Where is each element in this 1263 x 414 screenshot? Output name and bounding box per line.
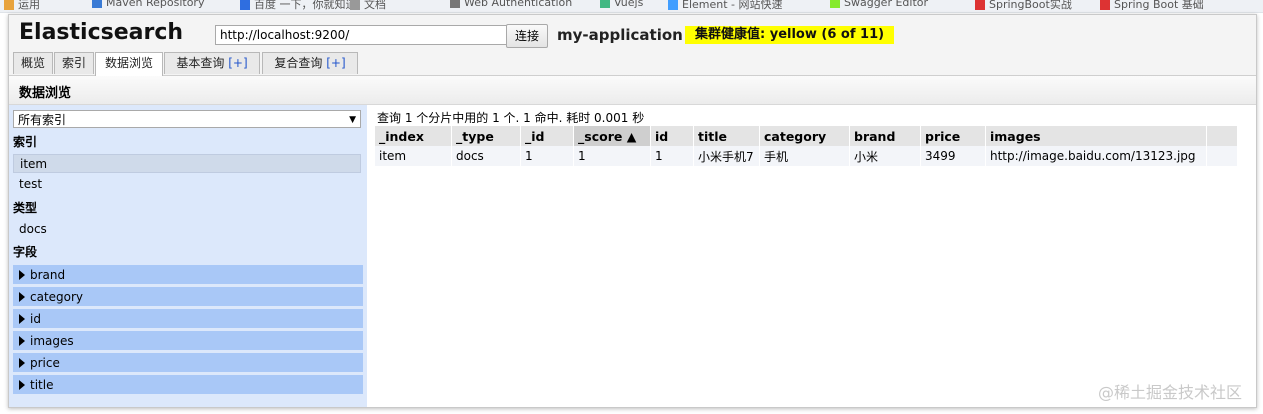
bookmark-item[interactable]: 百度 一下，你就知道 — [240, 0, 357, 11]
column-header-empty — [1206, 126, 1238, 146]
bookmark-icon — [975, 0, 985, 10]
table-cell: 1 — [650, 146, 694, 166]
field-images[interactable]: images — [13, 331, 363, 351]
expand-arrow-icon — [19, 358, 25, 368]
tab-compound-query[interactable]: 复合查询 [+] — [262, 52, 358, 74]
table-cell: 3499 — [920, 146, 986, 166]
column-header[interactable]: _type — [451, 126, 521, 146]
bookmark-item[interactable]: Maven Repository — [92, 0, 204, 10]
table-cell: 1 — [520, 146, 574, 166]
expand-arrow-icon — [19, 314, 25, 324]
cluster-health-badge: 集群健康值: yellow (6 of 11) — [685, 26, 895, 44]
section-title: 数据浏览 — [19, 86, 72, 101]
index-item-item[interactable]: item — [13, 154, 361, 173]
field-brand[interactable]: brand — [13, 265, 363, 285]
table-cell: 1 — [573, 146, 651, 166]
types-heading: 类型 — [13, 201, 38, 215]
bookmark-item[interactable]: Web Authentication — [450, 0, 572, 10]
indices-heading: 索引 — [13, 135, 38, 149]
results-header-row: _index _type _id _score ▲ id title categ… — [375, 126, 1238, 146]
bookmark-icon — [92, 0, 102, 8]
bookmark-item[interactable]: 运用 — [4, 0, 40, 11]
folder-icon — [4, 0, 14, 10]
server-url-input[interactable]: http://localhost:9200/ — [215, 25, 507, 45]
bookmark-item[interactable]: Vuejs — [600, 0, 643, 10]
index-select[interactable]: 所有索引 ▼ — [13, 110, 361, 128]
column-header-sorted[interactable]: _score ▲ — [573, 126, 651, 146]
field-title[interactable]: title — [13, 375, 363, 395]
column-header[interactable]: brand — [849, 126, 921, 146]
column-header[interactable]: category — [759, 126, 850, 146]
table-cell: 小米手机7 — [693, 146, 760, 166]
sort-ascending-icon: ▲ — [626, 128, 637, 144]
query-summary: 查询 1 个分片中用的 1 个. 1 命中. 耗时 0.001 秒 — [377, 111, 645, 125]
expand-arrow-icon — [19, 380, 25, 390]
table-cell-empty — [1206, 146, 1238, 166]
tab-basic-query[interactable]: 基本查询 [+] — [164, 52, 260, 74]
fields-heading: 字段 — [13, 245, 38, 259]
field-category[interactable]: category — [13, 287, 363, 307]
table-cell: item — [375, 146, 452, 166]
cluster-name: my-application — [557, 26, 683, 44]
table-cell: docs — [451, 146, 521, 166]
column-header[interactable]: _id — [520, 126, 574, 146]
table-row[interactable]: item docs 1 1 1 小米手机7 手机 小米 3499 http://… — [375, 146, 1238, 166]
bookmark-icon — [830, 0, 840, 8]
tab-indices[interactable]: 索引 — [54, 52, 94, 74]
watermark: @稀土掘金技术社区 — [1097, 383, 1242, 402]
bookmark-icon — [600, 0, 610, 8]
bookmark-icon — [450, 0, 460, 8]
bookmark-item[interactable]: Element - 网站快速 — [668, 0, 783, 11]
basic-query-add-link[interactable]: [+] — [228, 56, 247, 70]
tab-overview[interactable]: 概览 — [13, 52, 53, 74]
column-header[interactable]: price — [920, 126, 986, 146]
bookmarks-bar: 运用 Maven Repository 百度 一下，你就知道 文档 Web Au… — [0, 0, 1263, 13]
top-bar: Elasticsearch http://localhost:9200/ 连接 … — [9, 15, 1256, 76]
compound-query-add-link[interactable]: [+] — [326, 56, 345, 70]
section-header: 数据浏览 — [9, 76, 1256, 105]
connect-button[interactable]: 连接 — [506, 24, 548, 48]
bookmark-icon — [350, 0, 360, 10]
table-cell: http://image.baidu.com/13123.jpg — [985, 146, 1207, 166]
field-price[interactable]: price — [13, 353, 363, 373]
column-header[interactable]: id — [650, 126, 694, 146]
field-id[interactable]: id — [13, 309, 363, 329]
bookmark-item[interactable]: Swagger Editor — [830, 0, 928, 10]
tab-browser[interactable]: 数据浏览 — [95, 52, 163, 76]
expand-arrow-icon — [19, 292, 25, 302]
results-table: _index _type _id _score ▲ id title categ… — [375, 126, 1238, 166]
bookmark-item[interactable]: 文档 — [350, 0, 386, 11]
table-cell: 小米 — [849, 146, 921, 166]
table-cell: 手机 — [759, 146, 850, 166]
column-header[interactable]: images — [985, 126, 1207, 146]
type-item-docs[interactable]: docs — [13, 220, 361, 239]
column-header[interactable]: _index — [375, 126, 452, 146]
dropdown-arrow-icon: ▼ — [349, 115, 356, 125]
bookmark-item[interactable]: SpringBoot实战 — [975, 0, 1072, 11]
elasticsearch-head-window: Elasticsearch http://localhost:9200/ 连接 … — [8, 14, 1257, 408]
column-header[interactable]: title — [693, 126, 760, 146]
bookmark-item[interactable]: Spring Boot 基础 — [1100, 0, 1204, 11]
bookmark-icon — [668, 0, 678, 10]
expand-arrow-icon — [19, 336, 25, 346]
sidebar: 所有索引 ▼ 索引 item test 类型 docs 字段 brand cat… — [9, 105, 367, 407]
expand-arrow-icon — [19, 270, 25, 280]
index-item-test[interactable]: test — [13, 175, 361, 194]
bookmark-icon — [1100, 0, 1110, 10]
bookmark-icon — [240, 0, 250, 10]
app-title: Elasticsearch — [19, 20, 184, 45]
